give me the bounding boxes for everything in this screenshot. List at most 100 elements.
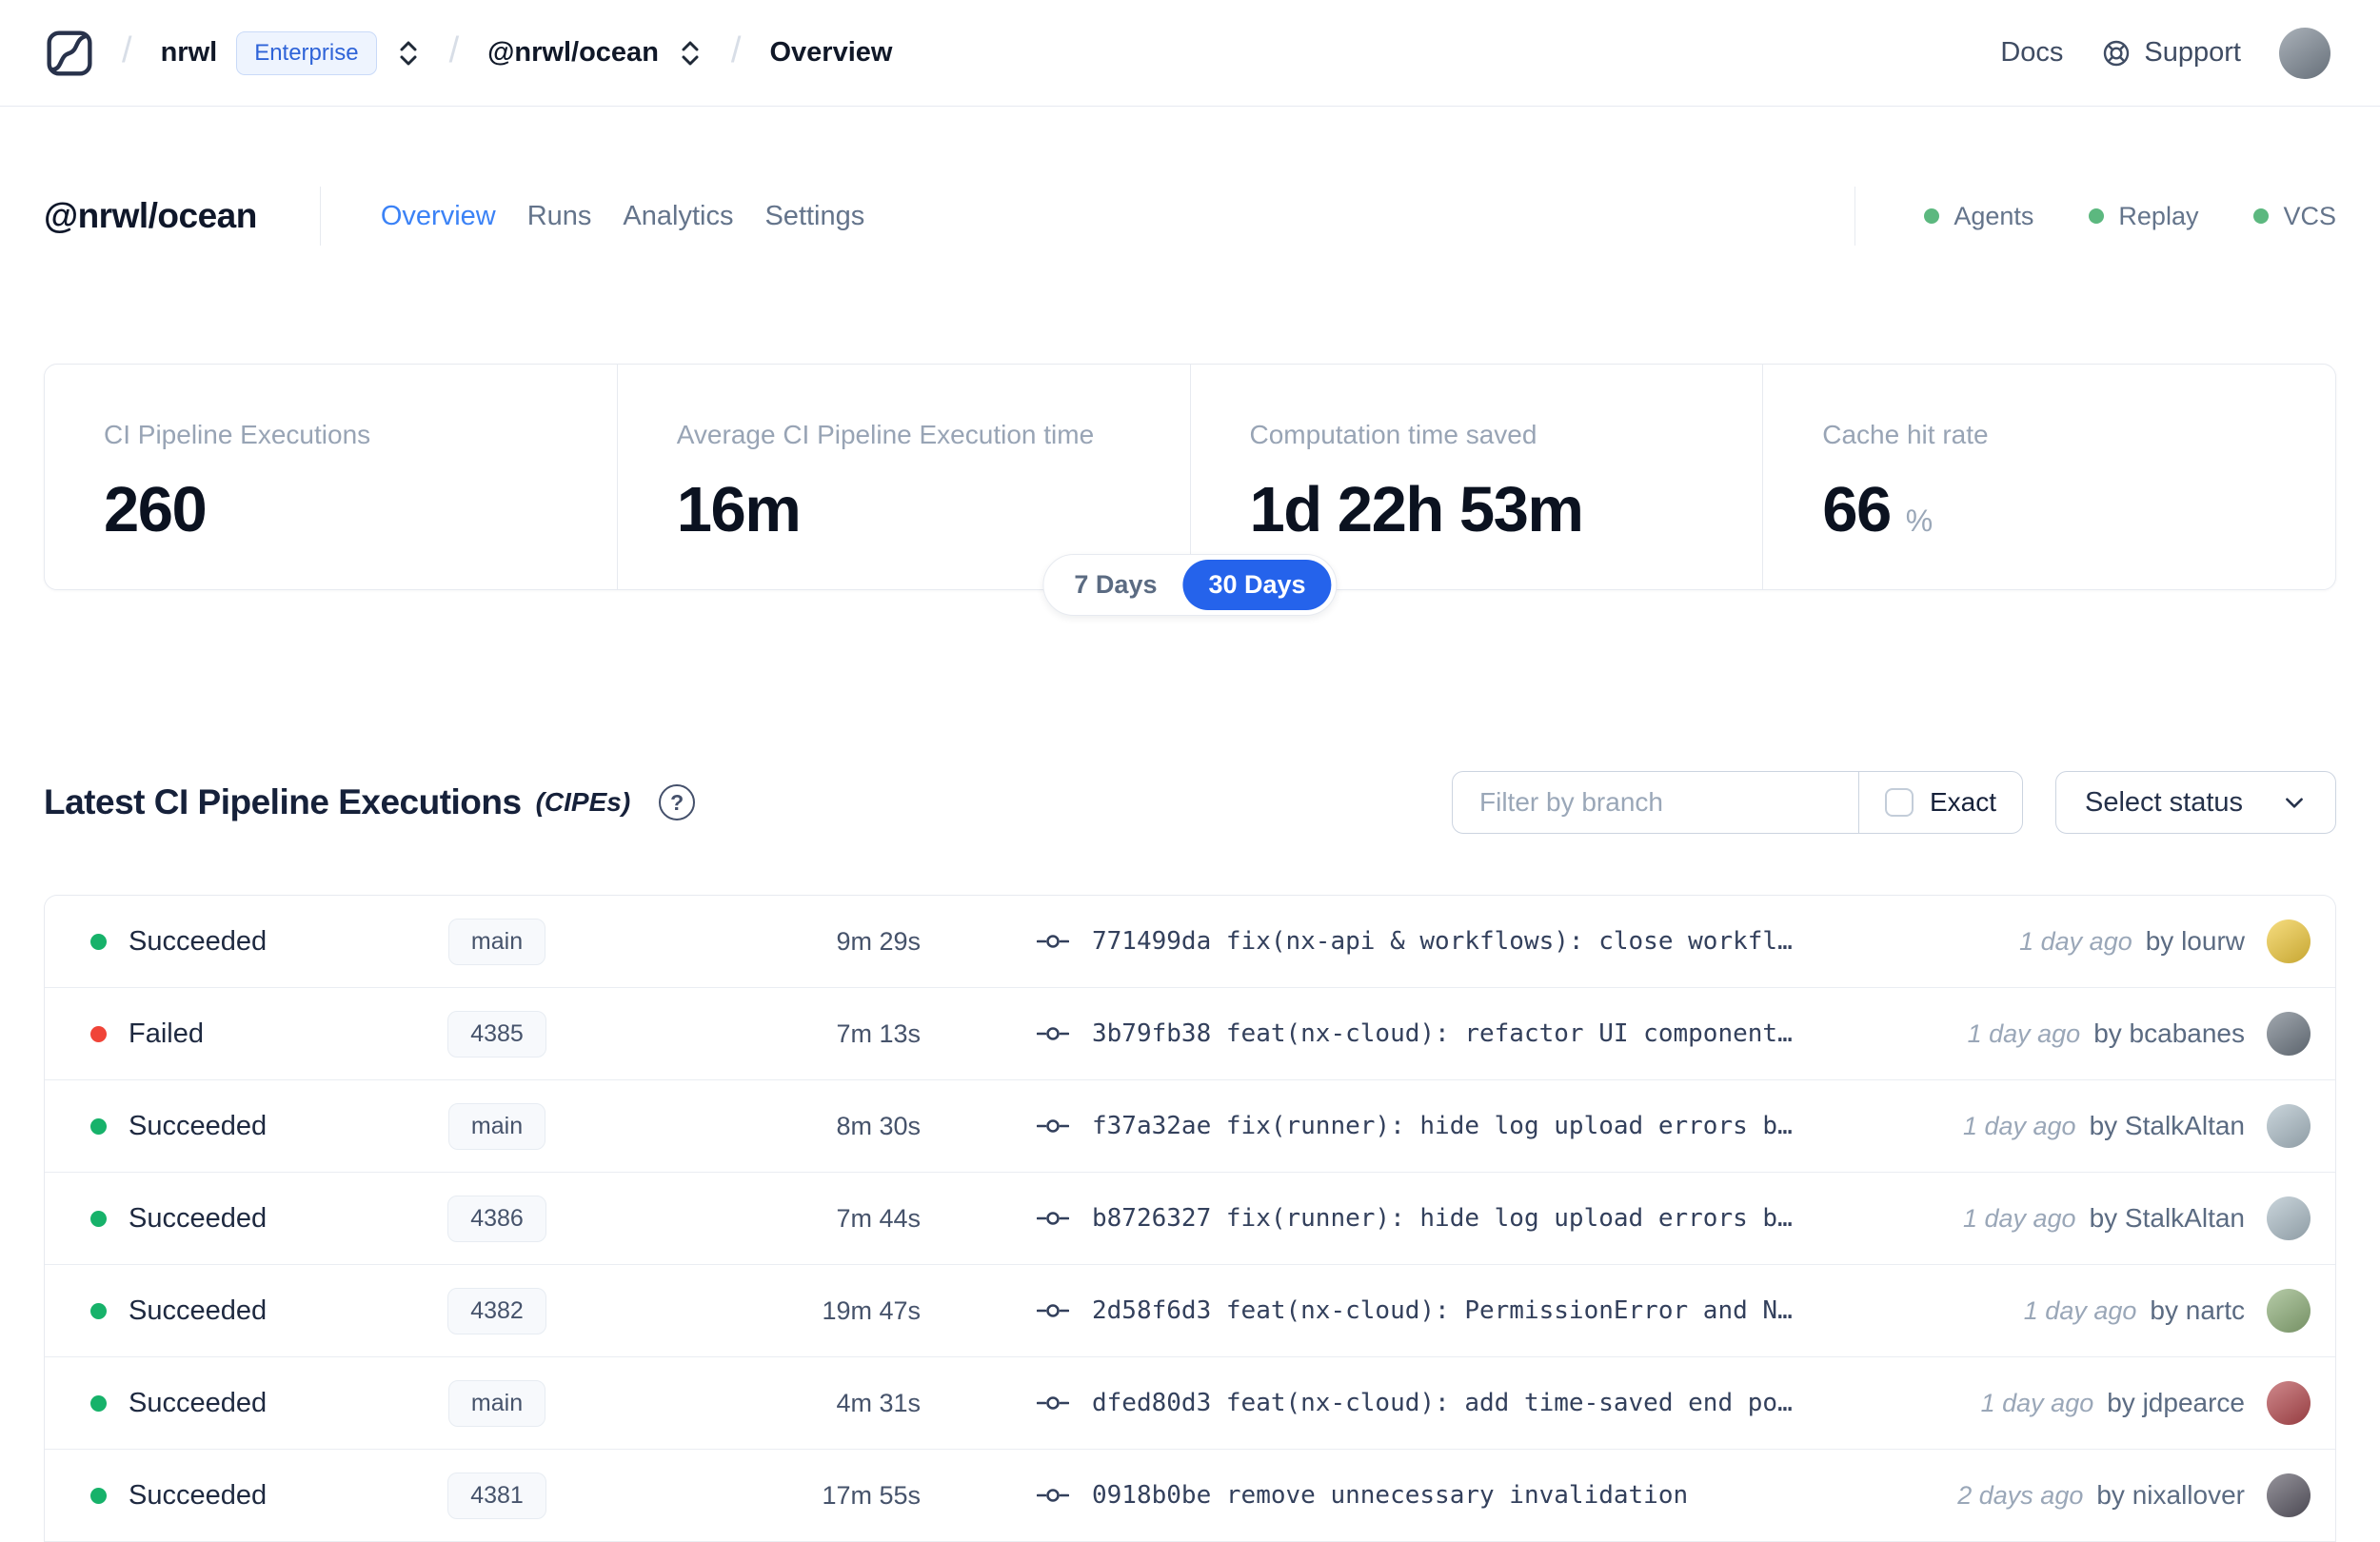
breadcrumb: / nrwl Enterprise / @nrwl/ocean / Overvi… [46, 30, 892, 77]
commit-hash[interactable]: 0918b0be [1092, 1481, 1211, 1510]
author-avatar [2267, 1104, 2311, 1148]
git-commit-icon [1037, 1485, 1069, 1506]
status-label: Succeeded [129, 1387, 268, 1418]
commit-hash[interactable]: 771499da [1092, 927, 1211, 956]
author: by StalkAltan [2089, 1111, 2245, 1140]
exact-toggle[interactable]: Exact [1857, 772, 2022, 833]
status-indicator-replay[interactable]: Replay [2089, 202, 2198, 231]
exact-label: Exact [1929, 787, 1996, 817]
duration: 7m 13s [836, 1018, 921, 1048]
table-row[interactable]: Succeeded 4386 7m 44s b8726327 fix(runne… [45, 1173, 2335, 1265]
duration: 17m 55s [822, 1480, 921, 1510]
range-option-7-days[interactable]: 7 Days [1048, 560, 1182, 610]
duration: 19m 47s [822, 1295, 921, 1325]
tab-overview[interactable]: Overview [381, 201, 496, 232]
branch-badge[interactable]: 4385 [447, 1010, 546, 1058]
workspace-title: @nrwl/ocean [44, 196, 257, 235]
workspace-name[interactable]: @nrwl/ocean [487, 37, 659, 69]
time-ago: 1 day ago [1962, 1203, 2076, 1233]
breadcrumb-separator: / [448, 30, 460, 70]
table-row[interactable]: Failed 4385 7m 13s 3b79fb38 feat(nx-clou… [45, 988, 2335, 1080]
chevron-up-down-icon[interactable] [396, 39, 421, 68]
branch-badge[interactable]: 4381 [447, 1472, 546, 1519]
status-dot-icon [90, 1302, 107, 1319]
author-avatar [2267, 1196, 2311, 1240]
author-avatar [2267, 1381, 2311, 1425]
lifebuoy-icon [2101, 38, 2132, 69]
commit-hash[interactable]: b8726327 [1092, 1204, 1211, 1233]
table-row[interactable]: Succeeded main 9m 29s 771499da fix(nx-ap… [45, 896, 2335, 988]
status-dot-icon [90, 1487, 107, 1504]
stat-label: Cache hit rate [1822, 420, 1989, 449]
author-avatar [2267, 1012, 2311, 1056]
duration: 9m 29s [836, 926, 921, 956]
commit-message: fix(runner): hide log upload errors b… [1225, 1112, 1793, 1140]
tab-runs[interactable]: Runs [527, 201, 592, 232]
branch-badge[interactable]: 4382 [447, 1287, 546, 1334]
range-option-30-days[interactable]: 30 Days [1182, 560, 1332, 610]
org-name[interactable]: nrwl [161, 37, 218, 69]
green-dot-icon [2089, 208, 2105, 224]
status-label: Succeeded [129, 1479, 268, 1511]
author: by bcabanes [2093, 1018, 2245, 1048]
status-indicator-vcs[interactable]: VCS [2253, 202, 2336, 231]
workspace-switcher[interactable]: @nrwl/ocean [487, 37, 703, 69]
stat-label: Computation time saved [1249, 420, 1537, 449]
time-ago: 1 day ago [1962, 1111, 2076, 1140]
tab-settings[interactable]: Settings [764, 201, 864, 232]
enterprise-badge: Enterprise [236, 30, 377, 75]
exact-checkbox[interactable] [1884, 788, 1914, 817]
tab-analytics[interactable]: Analytics [623, 201, 733, 232]
commit-hash[interactable]: dfed80d3 [1092, 1389, 1211, 1417]
workspace-tabs: Overview Runs Analytics Settings [381, 201, 864, 232]
table-row[interactable]: Succeeded 4382 19m 47s 2d58f6d3 feat(nx-… [45, 1265, 2335, 1357]
status-label: Succeeded [129, 1295, 268, 1326]
nx-cloud-logo-icon[interactable] [46, 30, 93, 77]
user-avatar[interactable] [2279, 27, 2330, 79]
table-row[interactable]: Succeeded main 4m 31s dfed80d3 feat(nx-c… [45, 1357, 2335, 1450]
stat-value: 1d 22h 53m [1249, 474, 1584, 545]
support-link[interactable]: Support [2101, 37, 2241, 69]
git-commit-icon [1037, 1116, 1069, 1137]
chevron-up-down-icon[interactable] [678, 39, 703, 68]
stat-value: 260 [104, 474, 208, 545]
branch-badge[interactable]: main [447, 918, 546, 965]
branch-badge[interactable]: main [447, 1379, 546, 1427]
commit-message: feat(nx-cloud): PermissionError and N… [1225, 1296, 1793, 1325]
branch-badge[interactable]: main [447, 1102, 546, 1150]
branch-badge[interactable]: 4386 [447, 1195, 546, 1242]
status-label: Succeeded [129, 925, 268, 957]
commit-hash[interactable]: 2d58f6d3 [1092, 1296, 1211, 1325]
commit-hash[interactable]: 3b79fb38 [1092, 1019, 1211, 1048]
status-dot-icon [90, 933, 107, 950]
org-switcher[interactable]: nrwl Enterprise [161, 30, 421, 75]
commit-message: feat(nx-cloud): add time-saved end po… [1225, 1389, 1793, 1417]
divider [319, 187, 321, 246]
time-ago: 1 day ago [1980, 1388, 2094, 1417]
stat-suffix: % [1905, 504, 1934, 538]
service-status: Agents Replay VCS [1854, 187, 2336, 246]
docs-link[interactable]: Docs [2000, 37, 2063, 69]
status-select-dropdown[interactable]: Select status [2055, 771, 2336, 834]
time-ago: 2 days ago [1957, 1480, 2084, 1510]
table-row[interactable]: Succeeded main 8m 30s f37a32ae fix(runne… [45, 1080, 2335, 1173]
git-commit-icon [1037, 931, 1069, 952]
breadcrumb-separator: / [122, 30, 132, 70]
git-commit-icon [1037, 1208, 1069, 1229]
commit-hash[interactable]: f37a32ae [1092, 1112, 1211, 1140]
status-indicator-list: Agents Replay VCS [1924, 202, 2336, 231]
table-row[interactable]: Succeeded 4381 17m 55s 0918b0be remove u… [45, 1450, 2335, 1542]
green-dot-icon [1924, 208, 1940, 224]
time-ago: 1 day ago [2023, 1295, 2137, 1325]
status-label: Failed [129, 1018, 204, 1049]
commit-message: feat(nx-cloud): refactor UI component… [1225, 1019, 1793, 1048]
author: by nartc [2150, 1295, 2245, 1325]
indicator-label: VCS [2283, 201, 2336, 230]
date-range-toggle: 7 Days 30 Days [1042, 554, 1338, 616]
branch-filter-input[interactable] [1453, 772, 1858, 833]
cipe-section-title: Latest CI Pipeline Executions [44, 782, 522, 821]
help-icon[interactable]: ? [659, 784, 696, 820]
duration: 7m 44s [836, 1203, 921, 1233]
status-indicator-agents[interactable]: Agents [1924, 202, 2033, 231]
breadcrumb-page[interactable]: Overview [769, 37, 892, 69]
